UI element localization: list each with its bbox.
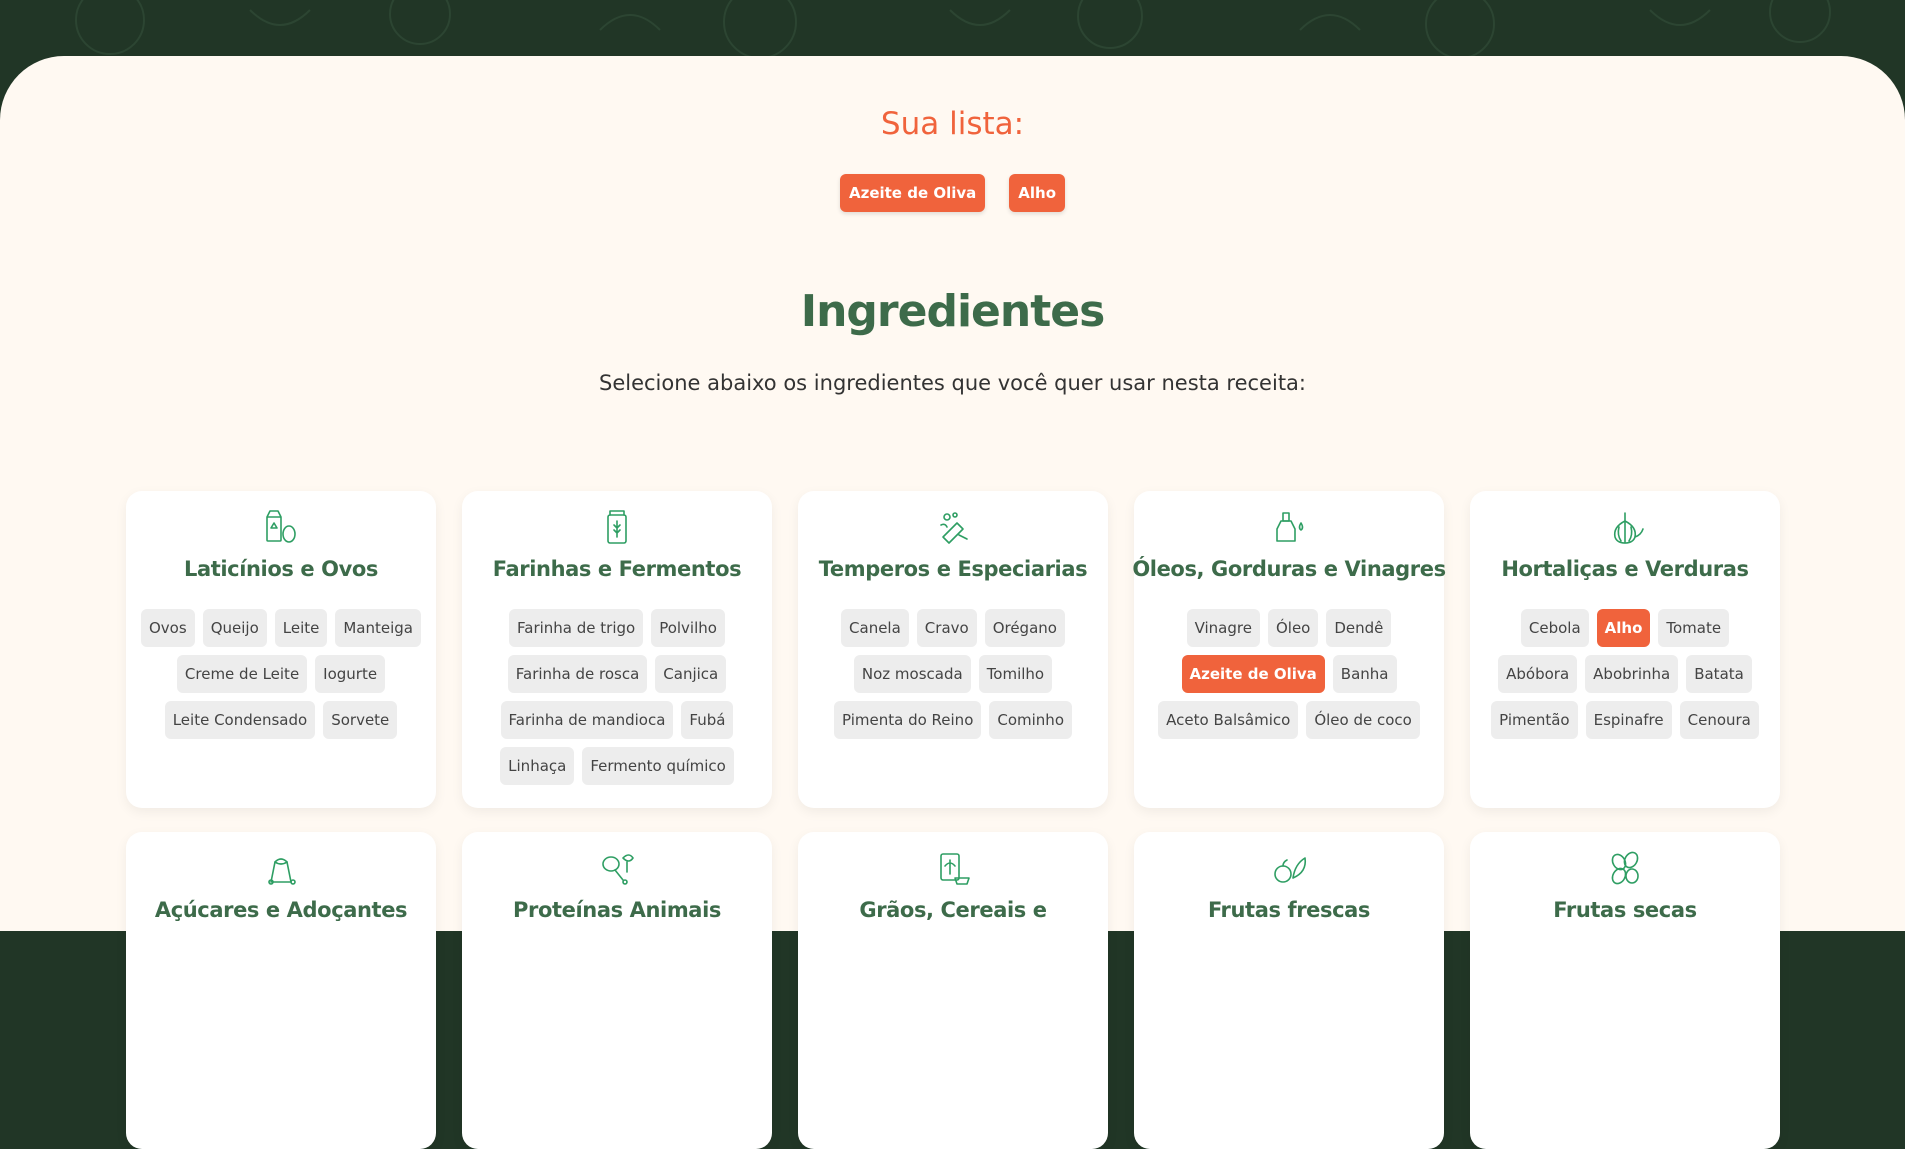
milk-egg-icon xyxy=(261,507,301,551)
ingredient-tag[interactable]: Dendê xyxy=(1326,609,1392,647)
ingredient-tag[interactable]: Queijo xyxy=(202,609,267,647)
ingredient-tag[interactable]: Farinha de trigo xyxy=(509,609,644,647)
ingredient-tag[interactable]: Aceto Balsâmico xyxy=(1158,701,1299,739)
ingredient-tag[interactable]: Espinafre xyxy=(1585,701,1672,739)
spices-icon xyxy=(933,507,973,551)
ingredient-tag[interactable]: Óleo de coco xyxy=(1306,701,1420,739)
ingredient-tag-list: Canela Cravo Orégano Noz moscada Tomilho Pime… xyxy=(803,609,1103,739)
sugar-bag-icon xyxy=(261,848,301,892)
category-title: Açúcares e Adoçantes xyxy=(154,898,408,922)
category-card: Frutas secas xyxy=(1470,832,1780,1149)
category-card: Laticínios e Ovos Ovos Queijo Leite Manteiga… xyxy=(126,491,436,808)
ingredient-tag-list: Vinagre Óleo Dendê Azeite de Oliva Banha Acet… xyxy=(1139,609,1439,739)
ingredient-tag[interactable]: Creme de Leite xyxy=(176,655,308,693)
ingredient-tag[interactable]: Fermento químico xyxy=(582,747,734,785)
ingredient-tag[interactable]: Banha xyxy=(1332,655,1397,693)
ingredient-tag[interactable]: Canjica xyxy=(655,655,727,693)
ingredient-tag-list: Farinha de trigo Polvilho Farinha de rosca… xyxy=(467,609,767,785)
ingredient-tag[interactable]: Leite xyxy=(274,609,328,647)
category-card: Óleos, Gorduras e Vinagres Vinagre Óleo Den… xyxy=(1132,491,1446,808)
ingredient-tag[interactable]: Polvilho xyxy=(651,609,725,647)
category-card: Frutas frescas xyxy=(1134,832,1444,1149)
category-card: Temperos e Especiarias Canela Cravo Orégano… xyxy=(798,491,1108,808)
ingredient-tag[interactable]: Linhaça xyxy=(500,747,575,785)
ingredient-tag[interactable]: Tomilho xyxy=(978,655,1053,693)
ingredient-tag[interactable]: Abóbora xyxy=(1498,655,1578,693)
ingredient-tag[interactable]: Ovos xyxy=(141,609,195,647)
ingredient-tag[interactable]: Sorvete xyxy=(323,701,398,739)
ingredient-tag[interactable]: Óleo xyxy=(1267,609,1319,647)
category-title: Farinhas e Fermentos xyxy=(492,557,742,581)
fresh-fruit-icon xyxy=(1269,848,1309,892)
ingredient-tag[interactable]: Batata xyxy=(1686,655,1752,693)
ingredient-tag[interactable]: Abobrinha xyxy=(1585,655,1679,693)
ingredient-tag[interactable]: Manteiga xyxy=(335,609,421,647)
category-card: Grãos, Cereais e xyxy=(798,832,1108,1149)
ingredient-tag[interactable]: Iogurte xyxy=(315,655,386,693)
category-title: Temperos e Especiarias xyxy=(818,557,1088,581)
garlic-icon xyxy=(1605,507,1645,551)
ingredient-tag[interactable]: Canela xyxy=(841,609,909,647)
ingredient-tag[interactable]: Pimenta do Reino xyxy=(834,701,982,739)
category-grid: Laticínios e Ovos Ovos Queijo Leite Manteiga… xyxy=(126,491,1780,1149)
category-title: Frutas frescas xyxy=(1207,898,1371,922)
category-card: Hortaliças e Verduras Cebola Alho Tomate Abó… xyxy=(1470,491,1780,808)
ingredient-tag[interactable]: Noz moscada xyxy=(853,655,971,693)
category-title: Grãos, Cereais e xyxy=(859,898,1047,922)
ingredient-tag[interactable]: Tomate xyxy=(1658,609,1730,647)
category-card: Farinhas e Fermentos Farinha de trigo Polv… xyxy=(462,491,772,808)
flour-jar-icon xyxy=(597,507,637,551)
category-title: Laticínios e Ovos xyxy=(183,557,379,581)
selected-ingredient-pill[interactable]: Azeite de Oliva xyxy=(839,174,986,212)
ingredient-tag[interactable]: Vinagre xyxy=(1186,609,1260,647)
ingredient-tag[interactable]: Cominho xyxy=(989,701,1072,739)
category-title: Proteínas Animais xyxy=(513,898,721,922)
ingredient-tag[interactable]: Cenoura xyxy=(1679,701,1759,739)
selected-list: Azeite de Oliva Alho xyxy=(0,174,1905,212)
category-title: Frutas secas xyxy=(1553,898,1697,922)
dried-fruit-icon xyxy=(1605,848,1645,892)
ingredient-tag[interactable]: Orégano xyxy=(984,609,1065,647)
meat-icon xyxy=(597,848,637,892)
your-list-title: Sua lista: xyxy=(880,106,1025,142)
selected-ingredient-pill[interactable]: Alho xyxy=(1009,174,1066,212)
ingredient-tag[interactable]: Leite Condensado xyxy=(164,701,316,739)
ingredients-title: Ingredientes xyxy=(800,286,1106,337)
grain-box-icon xyxy=(933,848,973,892)
category-card: Açúcares e Adoçantes xyxy=(126,832,436,1149)
ingredient-tag[interactable]: Cravo xyxy=(916,609,977,647)
category-card: Proteínas Animais xyxy=(462,832,772,1149)
ingredient-tag[interactable]: Pimentão xyxy=(1491,701,1578,739)
ingredient-tag-list: Cebola Alho Tomate Abóbora Abobrinha Batata Pi… xyxy=(1475,609,1775,739)
category-title: Óleos, Gorduras e Vinagres xyxy=(1132,557,1446,581)
ingredient-tag[interactable]: Fubá xyxy=(681,701,734,739)
oil-bottle-icon xyxy=(1269,507,1309,551)
ingredient-tag-list: Ovos Queijo Leite Manteiga Creme de Leite Iog… xyxy=(131,609,431,739)
ingredient-tag[interactable]: Azeite de Oliva xyxy=(1181,655,1325,693)
ingredient-tag[interactable]: Cebola xyxy=(1520,609,1589,647)
ingredient-tag[interactable]: Farinha de rosca xyxy=(507,655,648,693)
ingredients-subtitle: Selecione abaixo os ingredientes que voc… xyxy=(598,371,1306,395)
ingredient-tag[interactable]: Farinha de mandioca xyxy=(500,701,674,739)
category-title: Hortaliças e Verduras xyxy=(1501,557,1749,581)
ingredient-tag[interactable]: Alho xyxy=(1596,609,1651,647)
